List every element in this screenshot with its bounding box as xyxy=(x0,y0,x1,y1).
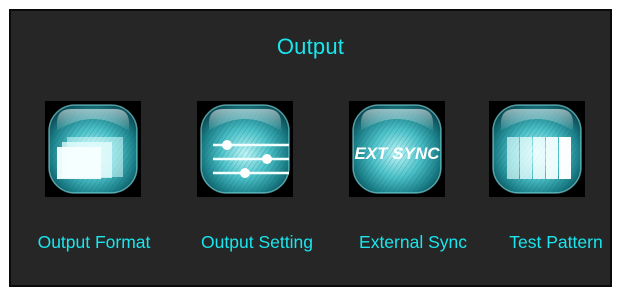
output-format-icon xyxy=(48,104,138,194)
ext-sync-icon-text: EXT SYNC xyxy=(354,144,440,163)
output-setting-label: Output Setting xyxy=(201,232,313,252)
external-sync-label: External Sync xyxy=(359,232,467,252)
output-setting-button[interactable] xyxy=(197,101,293,221)
page-title: Output xyxy=(276,34,345,59)
external-sync-button[interactable]: EXT SYNC xyxy=(349,101,445,221)
external-sync-icon: EXT SYNC xyxy=(352,104,442,194)
test-pattern-label: Test Pattern xyxy=(509,232,603,252)
test-pattern-icon xyxy=(492,104,582,194)
test-pattern-button[interactable] xyxy=(489,101,585,221)
output-setting-icon xyxy=(200,104,290,194)
output-format-label: Output Format xyxy=(37,232,151,252)
output-format-button[interactable] xyxy=(45,101,141,221)
